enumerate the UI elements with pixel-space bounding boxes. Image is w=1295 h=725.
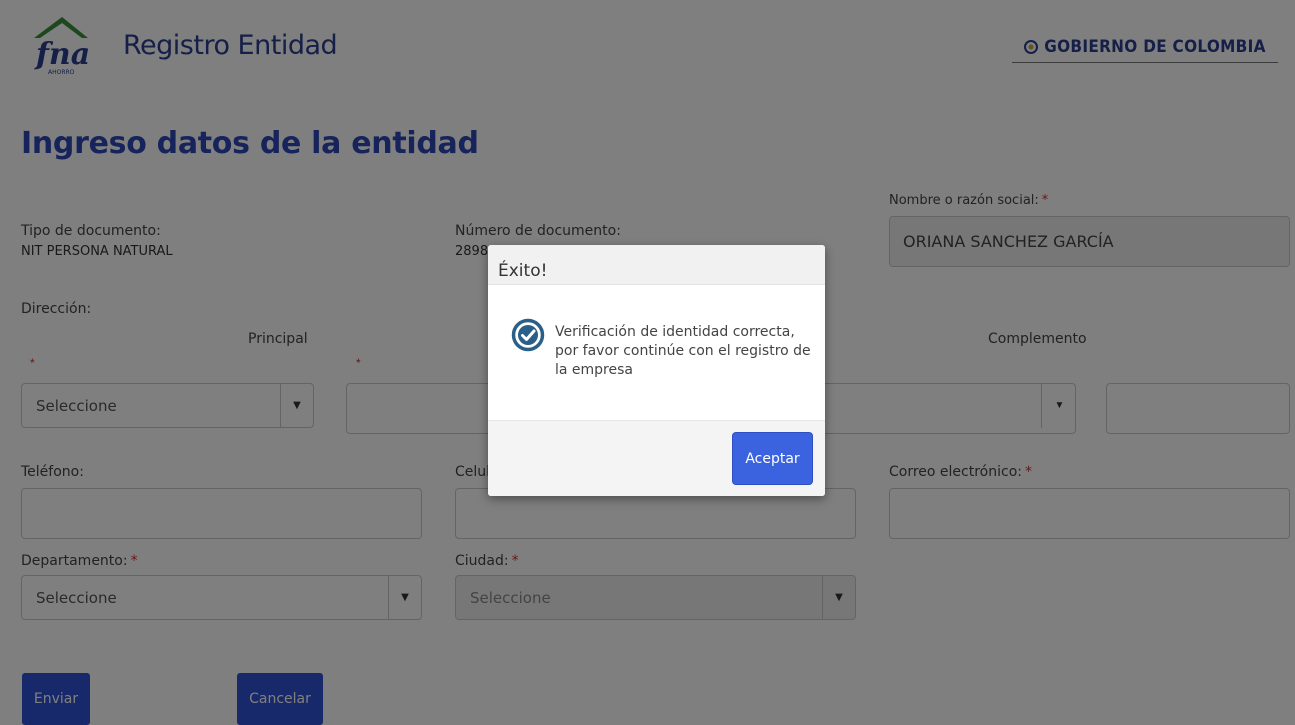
- dialog-message: Verificación de identidad correcta, por …: [555, 324, 811, 378]
- accept-button[interactable]: Aceptar: [733, 433, 812, 484]
- dialog-body: Verificación de identidad correcta, por …: [488, 285, 825, 420]
- success-dialog: Éxito! Verificación de identidad correct…: [488, 245, 825, 496]
- dialog-footer: Aceptar: [488, 420, 825, 496]
- check-circle-icon: [511, 318, 545, 352]
- dialog-title: Éxito!: [488, 245, 825, 285]
